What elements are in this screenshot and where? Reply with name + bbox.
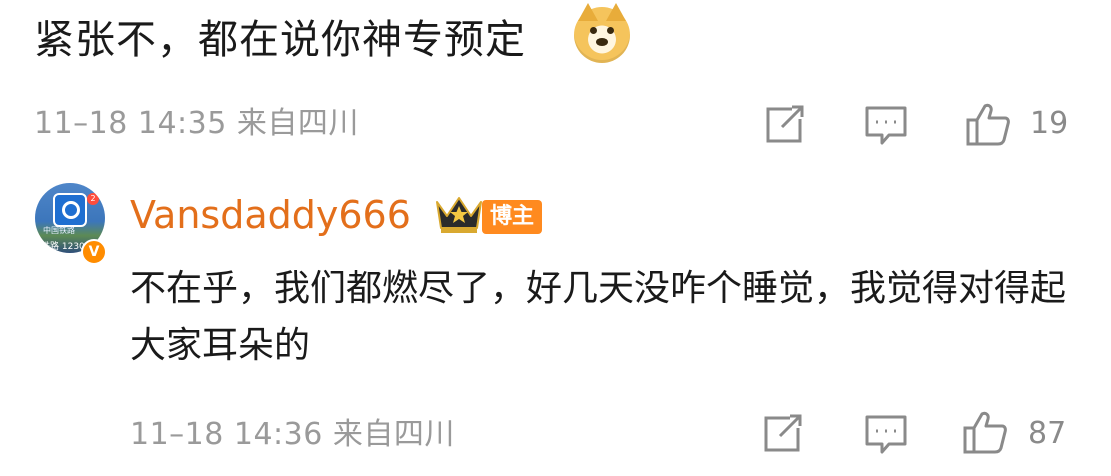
avatar-caption: 中国铁路 <box>43 226 75 235</box>
thumbs-up-icon <box>963 411 1007 454</box>
comment-text: 紧张不，都在说你神专预定 <box>34 17 526 63</box>
reply-like-count: 87 <box>1028 416 1067 451</box>
comment-icon <box>865 106 907 145</box>
crown-icon <box>433 192 485 240</box>
share-button[interactable] <box>764 105 806 145</box>
comment-icon <box>865 415 907 454</box>
share-icon <box>766 105 804 143</box>
doge-emoji <box>574 3 630 63</box>
reply-like-button[interactable] <box>962 410 1008 454</box>
reply-comment-button[interactable] <box>864 414 908 456</box>
watermark-overlay <box>470 434 680 464</box>
verified-badge: V <box>81 239 107 265</box>
like-count: 19 <box>1030 106 1069 141</box>
avatar[interactable]: 2 中国铁路 铁路 12306 V <box>35 183 107 271</box>
username[interactable]: Vansdaddy666 <box>130 190 411 240</box>
notification-badge: 2 <box>87 193 99 205</box>
comment-meta: 11–18 14:35 来自四川 <box>34 106 359 141</box>
share-icon <box>764 414 802 452</box>
railway-logo-icon <box>53 193 87 227</box>
thumbs-up-icon <box>966 103 1010 146</box>
like-button[interactable] <box>965 102 1011 146</box>
reply-share-button[interactable] <box>762 414 804 454</box>
blogger-badge: 博主 <box>482 200 543 234</box>
reply-text: 不在乎，我们都燃尽了，好几天没咋个睡觉，我觉得对得起大家耳朵的 <box>130 268 1067 366</box>
comment-button[interactable] <box>864 105 908 147</box>
reply-meta: 11–18 14:36 来自四川 <box>130 417 455 452</box>
